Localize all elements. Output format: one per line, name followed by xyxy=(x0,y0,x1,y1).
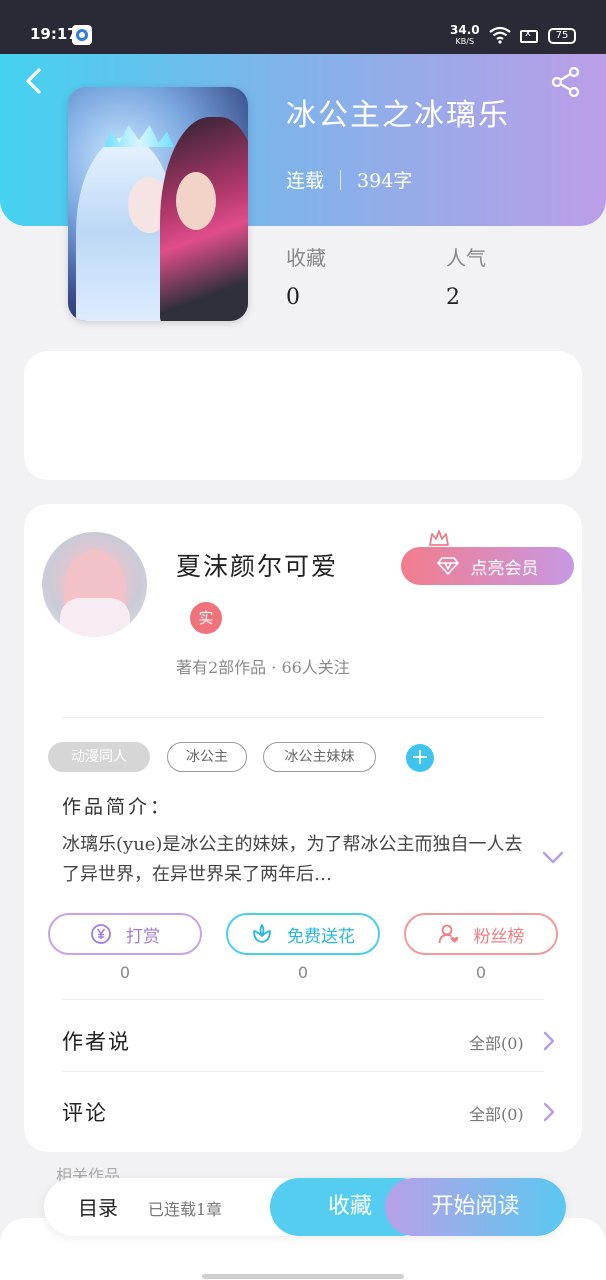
yen-coin-icon xyxy=(91,924,111,944)
tag-item[interactable]: 冰公主妹妹 xyxy=(263,742,376,772)
divider xyxy=(62,999,544,1000)
chevron-down-icon[interactable] xyxy=(542,850,564,866)
avatar-body xyxy=(60,598,130,637)
start-reading-button[interactable]: 开始阅读 xyxy=(385,1178,566,1236)
back-arrow-icon[interactable] xyxy=(22,68,48,94)
status-time: 19:17 xyxy=(30,25,78,43)
stat-popularity: 人气 2 xyxy=(446,242,486,310)
app-notification-icon xyxy=(72,25,92,45)
verified-badge: 实 xyxy=(190,602,222,634)
share-icon[interactable] xyxy=(550,66,582,98)
author-says-all-link[interactable]: 全部(0) xyxy=(469,1030,524,1054)
send-flower-button-label: 免费送花 xyxy=(287,926,355,947)
bottom-action-bar: 目录 已连载1章 收藏 开始阅读 xyxy=(44,1178,566,1236)
intro-text[interactable]: 冰璃乐(yue)是冰公主的妹妹，为了帮冰公主而独自一人去了异世界，在异世界呆了两… xyxy=(62,830,532,890)
stat-label: 人气 xyxy=(446,246,486,270)
tip-button-label: 打赏 xyxy=(126,926,160,947)
add-tag-button[interactable]: + xyxy=(406,744,434,772)
table-of-contents-button[interactable]: 目录 xyxy=(78,1192,118,1221)
crown-icon xyxy=(429,530,449,546)
divider xyxy=(62,717,544,718)
author-avatar[interactable] xyxy=(42,532,147,637)
book-title: 冰公主之冰璃乐 xyxy=(286,98,510,133)
fans-ranking-button[interactable]: 粉丝榜 xyxy=(404,913,558,955)
tag-item[interactable]: 冰公主 xyxy=(167,742,247,772)
flower-icon xyxy=(253,924,271,943)
vip-button[interactable]: 点亮会员 xyxy=(401,547,574,585)
sim-icon xyxy=(520,28,538,43)
book-meta: 连载 394字 xyxy=(286,166,412,193)
book-cover-image[interactable] xyxy=(68,87,248,321)
fans-count: 0 xyxy=(475,963,487,982)
stat-favorites: 收藏 0 xyxy=(286,242,326,310)
send-flower-button[interactable]: 免费送花 xyxy=(226,913,380,955)
chevron-right-icon[interactable] xyxy=(543,1102,555,1122)
vip-button-label: 点亮会员 xyxy=(470,558,539,579)
tip-button[interactable]: 打赏 xyxy=(48,913,202,955)
chapters-updated: 已连载1章 xyxy=(148,1200,223,1219)
book-word-count: 394字 xyxy=(357,170,413,192)
battery-icon: 75 xyxy=(548,28,576,44)
network-speed-value: 34.0 xyxy=(450,23,480,37)
stat-value: 2 xyxy=(446,285,460,310)
book-status: 连载 xyxy=(286,170,325,192)
chevron-right-icon[interactable] xyxy=(543,1031,555,1051)
network-speed: 34.0 KB/S xyxy=(450,23,480,46)
comments-all-link[interactable]: 全部(0) xyxy=(469,1101,524,1125)
intro-title: 作品简介： xyxy=(62,796,173,818)
meta-divider xyxy=(340,169,342,190)
tip-count: 0 xyxy=(119,963,131,982)
divider xyxy=(62,1071,544,1072)
wifi-icon xyxy=(489,26,511,44)
author-name[interactable]: 夏沫颜尔可爱 xyxy=(176,547,338,583)
network-speed-unit: KB/S xyxy=(455,37,475,46)
author-meta: 著有2部作品 · 66人关注 xyxy=(176,658,350,677)
cover-crown xyxy=(104,125,174,147)
blank-card xyxy=(24,351,582,480)
fans-icon xyxy=(438,924,458,944)
home-indicator[interactable] xyxy=(202,1274,404,1279)
comments-title[interactable]: 评论 xyxy=(62,1097,108,1127)
fans-ranking-button-label: 粉丝榜 xyxy=(473,926,525,947)
tag-item[interactable]: 动漫同人 xyxy=(48,742,150,772)
author-says-title[interactable]: 作者说 xyxy=(62,1026,131,1056)
stat-value: 0 xyxy=(286,285,300,310)
cover-face-right xyxy=(176,172,216,230)
stat-label: 收藏 xyxy=(286,246,326,270)
status-bar: 19:17 34.0 KB/S 75 xyxy=(0,0,606,54)
diamond-icon xyxy=(436,557,459,575)
flower-count: 0 xyxy=(297,963,309,982)
